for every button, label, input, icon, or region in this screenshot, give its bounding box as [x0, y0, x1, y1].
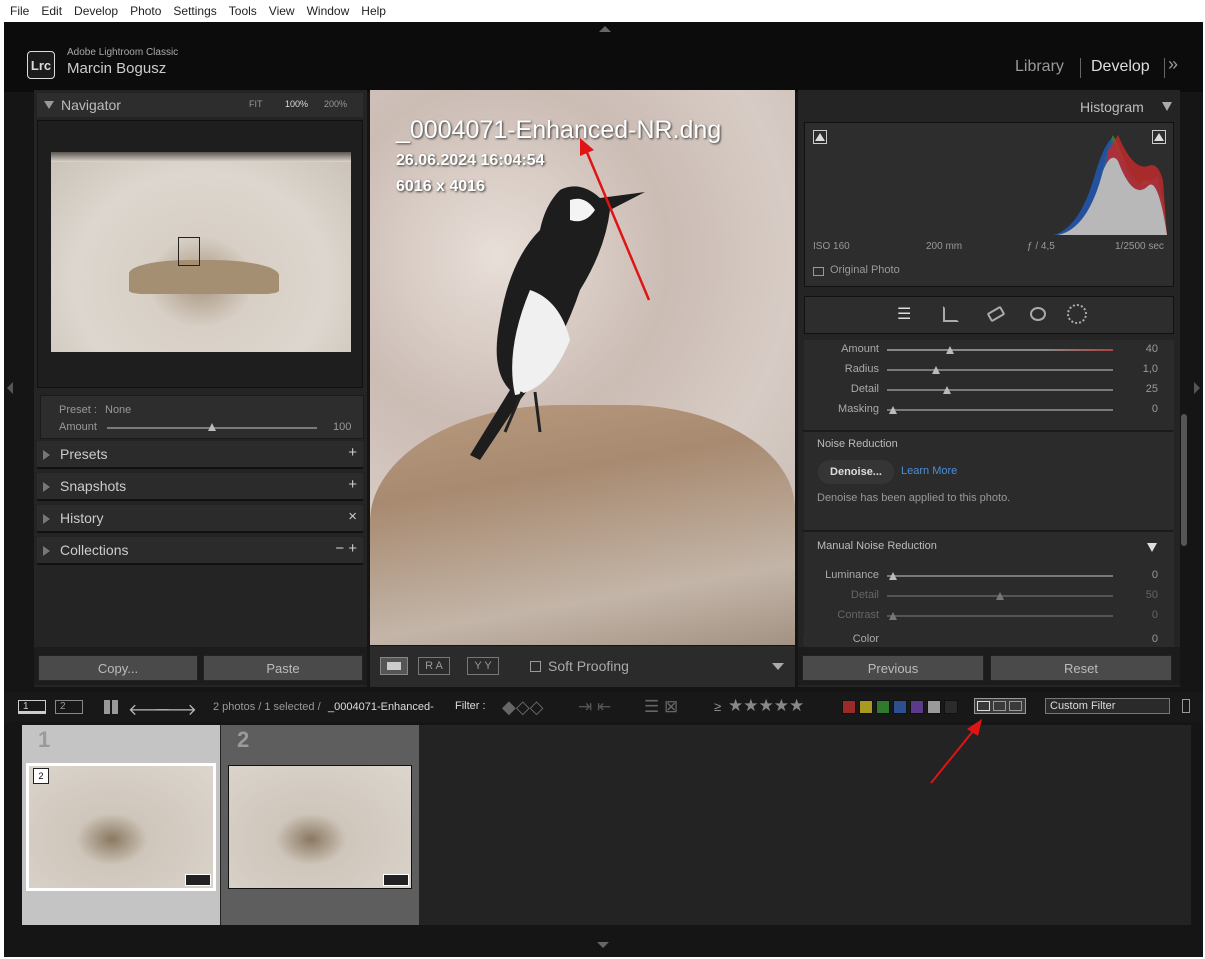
annotation-arrowhead — [967, 719, 982, 736]
annotation-arrows — [580, 138, 982, 784]
annotation-arrow-filename — [584, 149, 651, 301]
annotation-arrow-filter — [930, 729, 975, 784]
